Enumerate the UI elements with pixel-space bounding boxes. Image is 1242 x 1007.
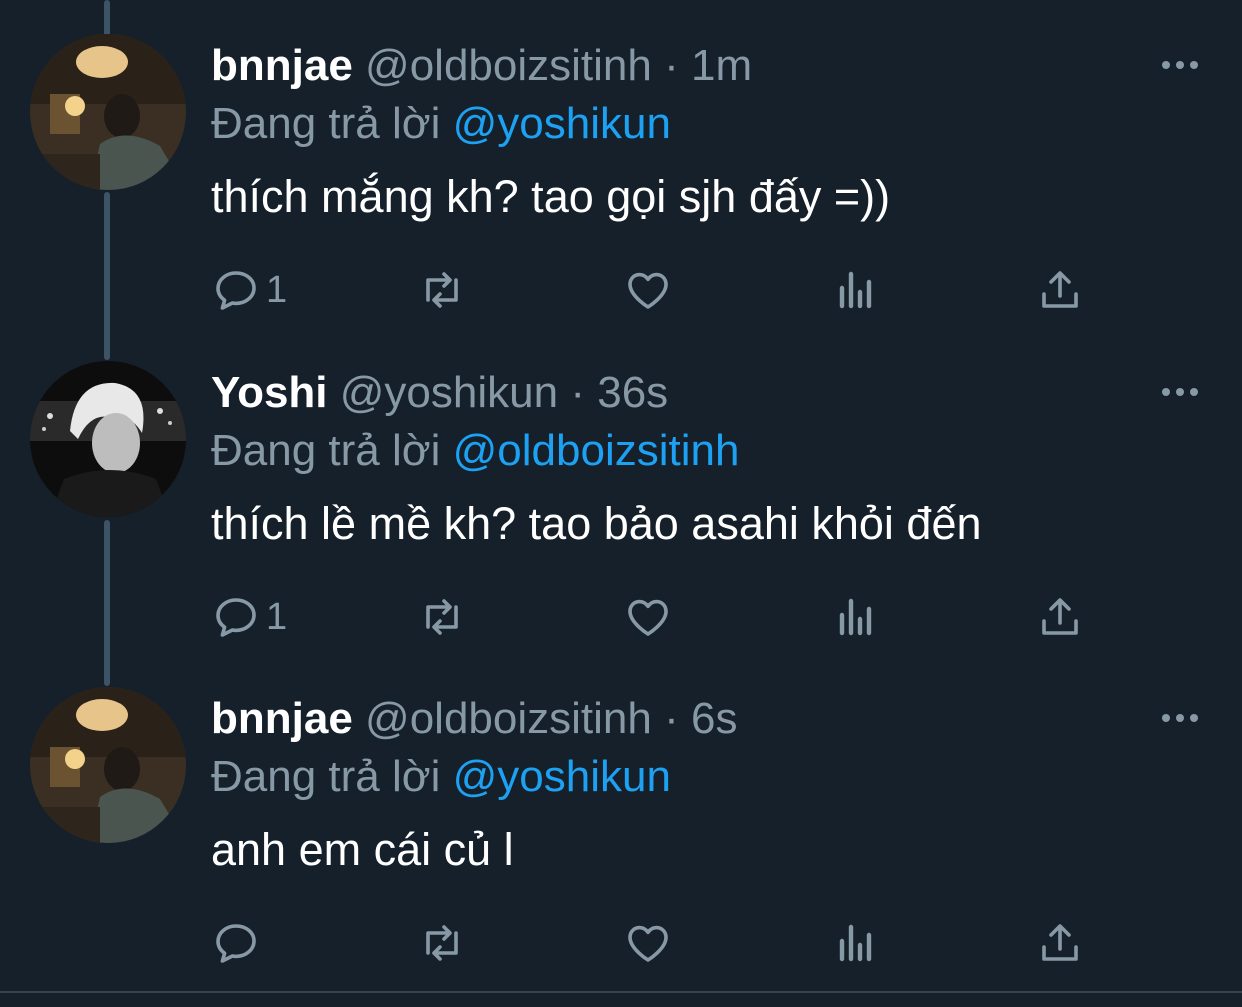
retweet-icon <box>426 272 458 308</box>
analytics-icon <box>839 924 872 962</box>
like-button[interactable] <box>624 262 672 318</box>
timestamp[interactable]: 1m <box>691 41 752 90</box>
like-button[interactable] <box>624 589 672 645</box>
reply-icon <box>216 924 256 963</box>
retweet-icon <box>426 925 458 961</box>
like-button[interactable] <box>624 915 672 971</box>
user-handle[interactable]: @oldboizsitinh <box>365 41 652 90</box>
tweet-text: anh em cái củ l <box>211 824 514 875</box>
reply-count: 1 <box>266 268 288 311</box>
analytics-button[interactable] <box>832 589 880 645</box>
replying-to: Đang trả lời @yoshikun <box>211 96 671 152</box>
separator-dot: · <box>570 368 585 417</box>
separator-dot: · <box>664 41 679 90</box>
share-button[interactable] <box>1036 262 1084 318</box>
display-name[interactable]: bnnjae <box>211 41 353 90</box>
user-handle[interactable]: @oldboizsitinh <box>365 694 652 743</box>
user-handle[interactable]: @yoshikun <box>340 368 558 417</box>
retweet-icon <box>426 599 458 635</box>
tweet-header: Yoshi @yoshikun · 36s <box>211 365 668 421</box>
reply-button[interactable]: 1 <box>212 262 287 318</box>
like-icon <box>628 599 668 636</box>
tweet[interactable]: bnnjae @oldboizsitinh · 1m Đang trả lời … <box>0 0 1242 326</box>
tweet-thread: bnnjae @oldboizsitinh · 1m Đang trả lời … <box>0 0 1242 1007</box>
analytics-icon <box>839 271 872 309</box>
separator-dot: · <box>664 694 679 743</box>
tweet-actions <box>0 915 1242 971</box>
more-icon[interactable] <box>1160 56 1200 74</box>
avatar[interactable] <box>30 687 186 843</box>
share-button[interactable] <box>1036 915 1084 971</box>
reply-icon <box>216 598 256 637</box>
tweet-text: thích mắng kh? tao gọi sjh đấy =)) <box>211 171 891 222</box>
tweet-header: bnnjae @oldboizsitinh · 1m <box>211 38 752 94</box>
tweet-header: bnnjae @oldboizsitinh · 6s <box>211 691 737 747</box>
more-icon[interactable] <box>1160 383 1200 401</box>
analytics-icon <box>839 598 872 636</box>
replying-to: Đang trả lời @yoshikun <box>211 749 671 805</box>
replying-to-label: Đang trả lời <box>211 752 441 801</box>
replying-to: Đang trả lời @oldboizsitinh <box>211 423 739 479</box>
share-icon <box>1042 924 1078 961</box>
analytics-button[interactable] <box>832 262 880 318</box>
avatar-image <box>30 34 186 190</box>
share-button[interactable] <box>1036 589 1084 645</box>
mention-link[interactable]: @yoshikun <box>453 752 671 801</box>
tweet[interactable]: bnnjae @oldboizsitinh · 6s Đang trả lời … <box>0 653 1242 979</box>
timestamp[interactable]: 6s <box>691 694 737 743</box>
divider <box>0 991 1242 993</box>
retweet-button[interactable] <box>418 262 466 318</box>
reply-button[interactable]: 1 <box>212 589 287 645</box>
mention-link[interactable]: @oldboizsitinh <box>453 426 740 475</box>
tweet-actions: 1 <box>0 262 1242 318</box>
avatar[interactable] <box>30 361 186 517</box>
mention-link[interactable]: @yoshikun <box>453 99 671 148</box>
like-icon <box>628 925 668 962</box>
retweet-button[interactable] <box>418 915 466 971</box>
share-icon <box>1042 271 1078 308</box>
tweet-actions: 1 <box>0 589 1242 645</box>
reply-button[interactable] <box>212 915 266 971</box>
replying-to-label: Đang trả lời <box>211 426 441 475</box>
display-name[interactable]: Yoshi <box>211 368 328 417</box>
avatar[interactable] <box>30 34 186 190</box>
tweet[interactable]: Yoshi @yoshikun · 36s Đang trả lời @oldb… <box>0 327 1242 653</box>
reply-icon <box>216 271 256 310</box>
more-icon[interactable] <box>1160 709 1200 727</box>
timestamp[interactable]: 36s <box>597 368 668 417</box>
display-name[interactable]: bnnjae <box>211 694 353 743</box>
avatar-image <box>30 361 186 517</box>
analytics-button[interactable] <box>832 915 880 971</box>
replying-to-label: Đang trả lời <box>211 99 441 148</box>
share-icon <box>1042 598 1078 635</box>
avatar-image <box>30 687 186 843</box>
like-icon <box>628 272 668 309</box>
retweet-button[interactable] <box>418 589 466 645</box>
reply-count: 1 <box>266 595 288 638</box>
tweet-text: thích lề mề kh? tao bảo asahi khỏi đến <box>211 498 982 549</box>
